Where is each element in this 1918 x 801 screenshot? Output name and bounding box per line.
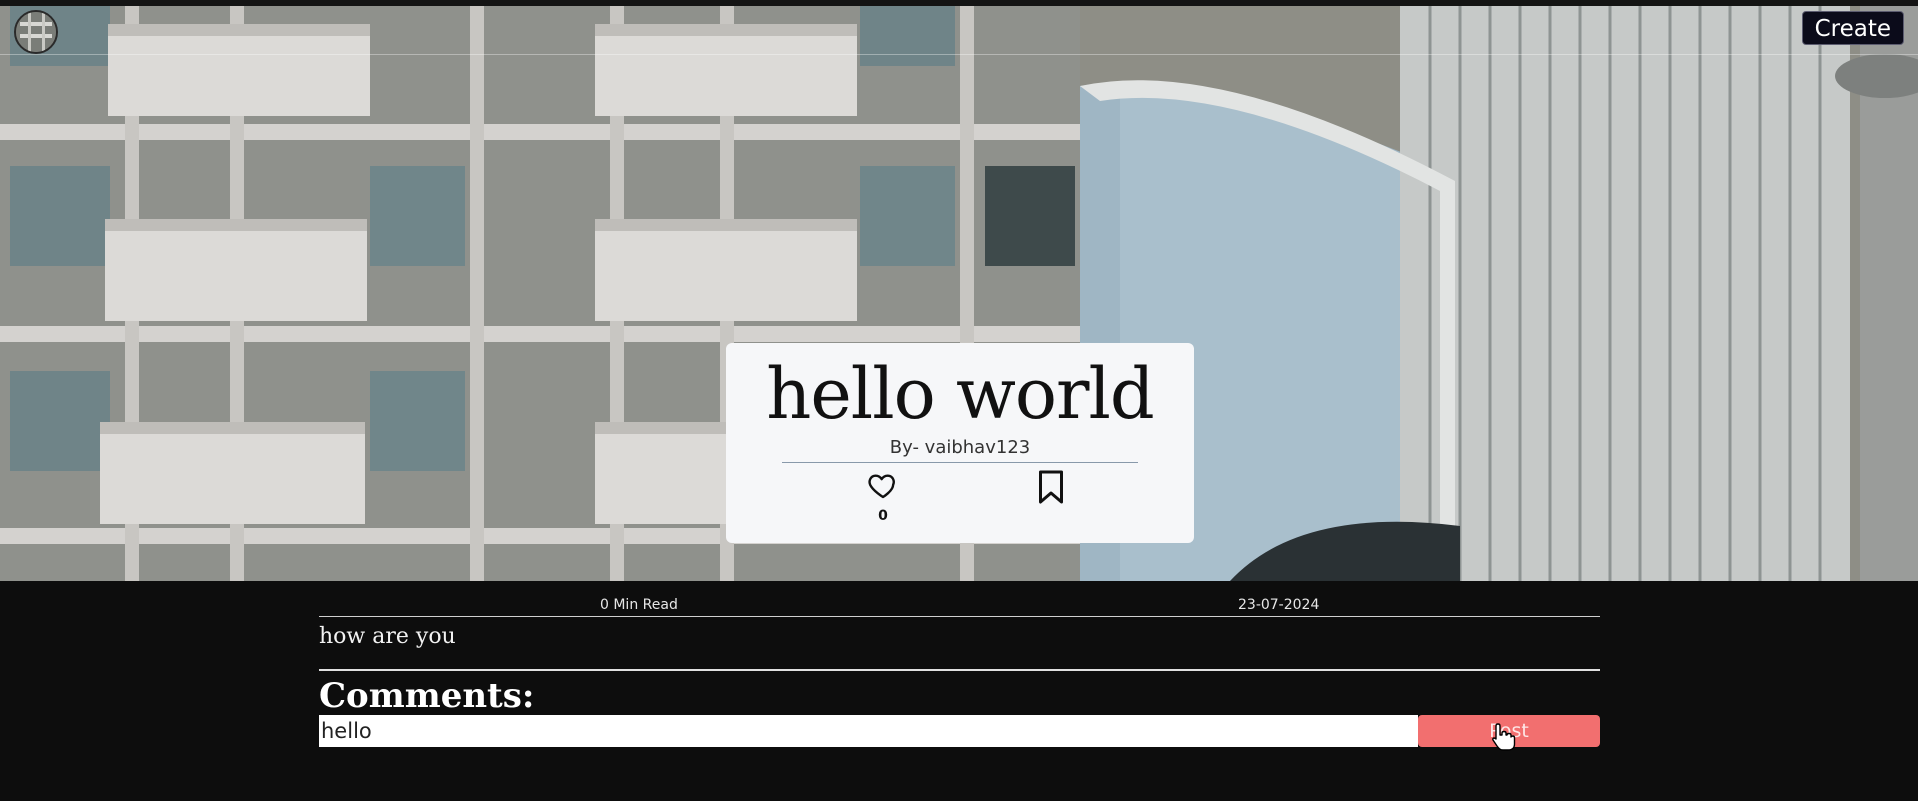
like-count: 0 (878, 508, 888, 524)
post-title-card: hello world By- vaibhav123 0 (726, 343, 1194, 543)
comment-input[interactable] (319, 715, 1418, 747)
like-control[interactable]: 0 (858, 469, 908, 524)
post-date: 23-07-2024 (1238, 597, 1320, 613)
create-button[interactable]: Create (1801, 11, 1904, 45)
post-author[interactable]: By- vaibhav123 (726, 437, 1194, 458)
heart-outline-icon[interactable] (866, 469, 900, 501)
card-divider (782, 462, 1138, 463)
avatar-photo-icon (16, 12, 56, 52)
bookmark-outline-icon[interactable] (1036, 469, 1066, 505)
bookmark-button[interactable] (1036, 469, 1066, 510)
navbar: Create (0, 6, 1918, 55)
content-divider (319, 669, 1600, 671)
hand-cursor-icon (1492, 723, 1516, 751)
post-body: how are you (319, 624, 456, 649)
comments-heading: Comments: (319, 676, 535, 716)
user-avatar[interactable] (14, 10, 58, 54)
meta-divider (319, 616, 1600, 617)
read-time: 0 Min Read (600, 597, 678, 613)
post-title: hello world (766, 353, 1154, 435)
